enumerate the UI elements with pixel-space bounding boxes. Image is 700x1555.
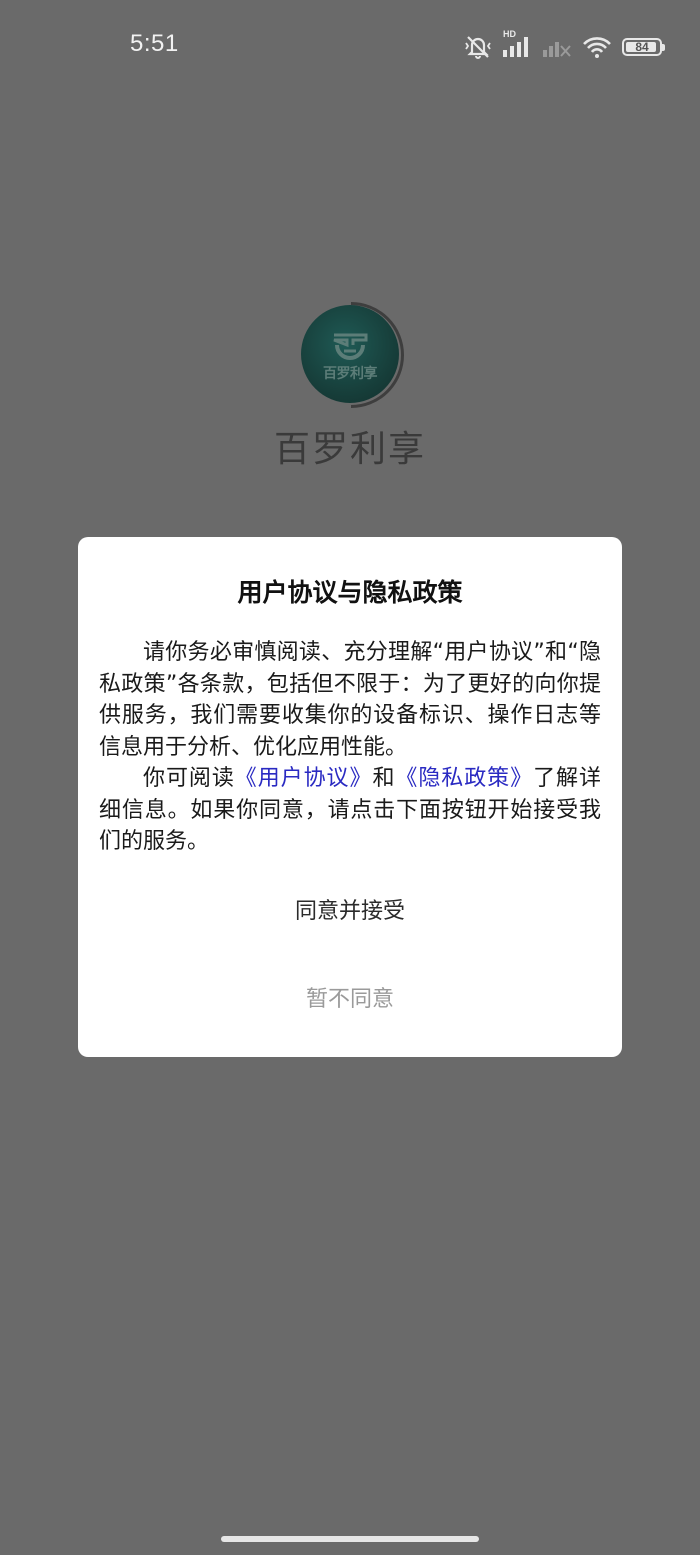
disagree-button[interactable]: 暂不同意 — [78, 980, 622, 1020]
dialog-body: 请你务必审慎阅读、充分理解“用户协议”和“隐私政策”各条款，包括但不限于：为了更… — [99, 637, 601, 858]
battery-icon: 84 — [622, 38, 665, 56]
app-logo: 百罗利享 — [298, 302, 404, 408]
and-text: 和 — [372, 766, 396, 791]
app-name: 百罗利享 — [273, 429, 426, 470]
user-agreement-link[interactable]: 《用户协议》 — [235, 766, 373, 791]
privacy-dialog: 用户协议与隐私政策 请你务必审慎阅读、充分理解“用户协议”和“隐私政策”各条款，… — [78, 537, 622, 1057]
dialog-paragraph-1: 请你务必审慎阅读、充分理解“用户协议”和“隐私政策”各条款，包括但不限于：为了更… — [99, 640, 601, 760]
wifi-icon — [582, 35, 612, 59]
logo-badge: 百罗利享 — [301, 305, 399, 403]
privacy-policy-link[interactable]: 《隐私政策》 — [395, 766, 533, 791]
paragraph-2-prefix: 你可阅读 — [143, 766, 235, 791]
home-indicator[interactable] — [221, 1536, 479, 1542]
logo-text: 百罗利享 — [323, 366, 378, 382]
agree-button[interactable]: 同意并接受 — [78, 892, 622, 932]
status-time: 5:51 — [130, 30, 179, 57]
network-type-label: HD — [503, 29, 516, 39]
bell-muted-icon — [464, 34, 492, 60]
battery-level: 84 — [635, 40, 649, 54]
dialog-paragraph-2: 你可阅读《用户协议》和《隐私政策》了解详细信息。如果你同意，请点击下面按钮开始接… — [99, 763, 601, 858]
signal-no-service-icon — [542, 36, 572, 58]
signal-hd-icon: HD — [502, 29, 532, 58]
logo-mark-icon — [333, 333, 368, 360]
status-icons: HD 84 — [464, 29, 665, 62]
dialog-title: 用户协议与隐私政策 — [237, 578, 463, 607]
